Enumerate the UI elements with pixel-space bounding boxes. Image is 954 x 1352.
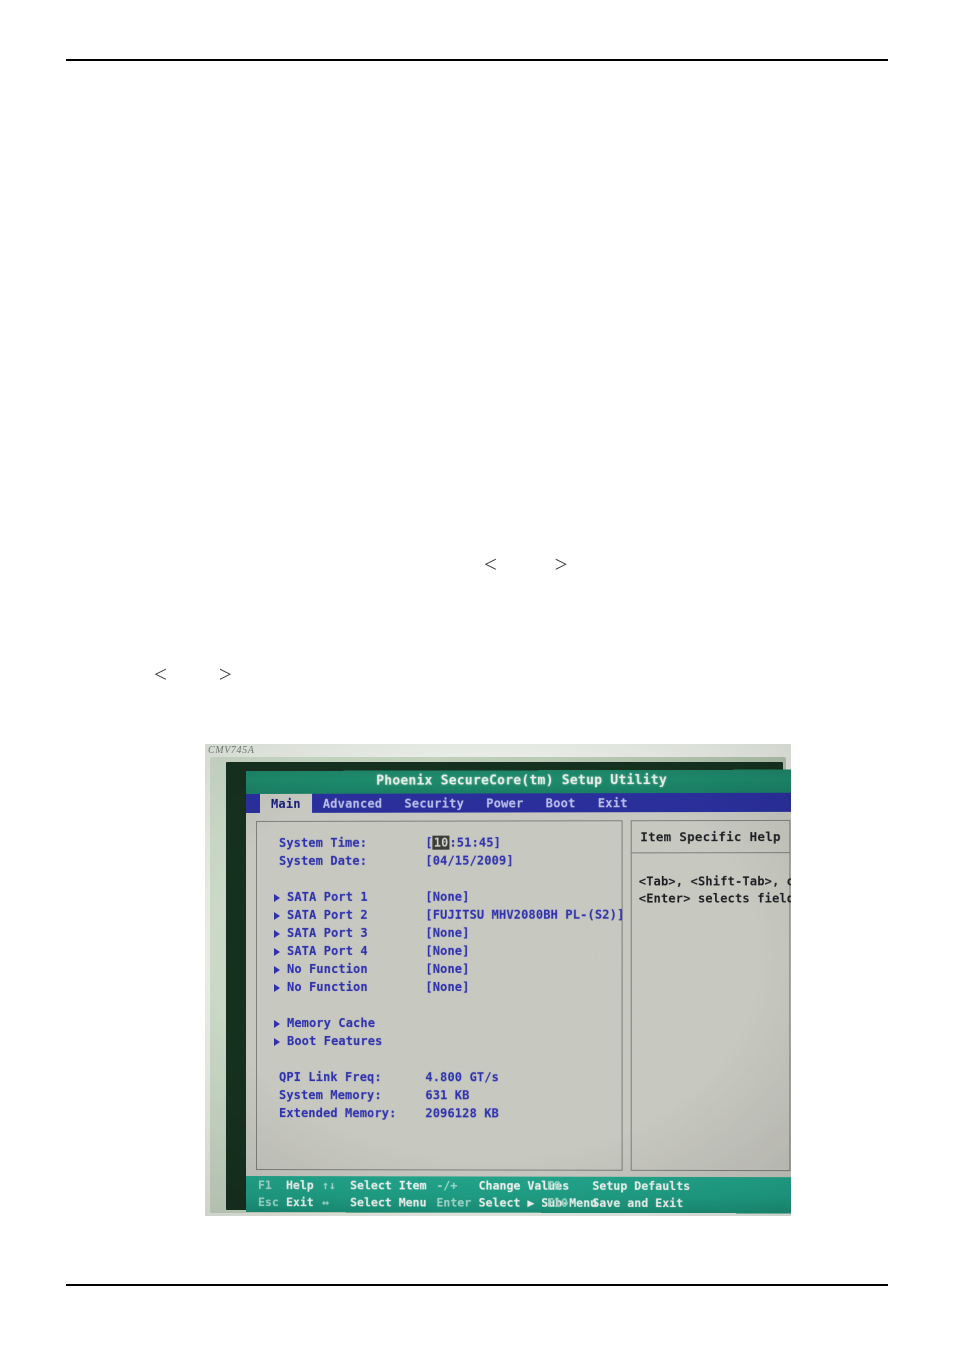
tab-boot[interactable]: Boot	[535, 793, 587, 812]
field-cursor-highlight[interactable]: 10	[432, 835, 450, 850]
setting-row[interactable]: Extended Memory: 2096128 KB	[257, 1106, 622, 1125]
submenu-arrow-icon	[274, 893, 281, 902]
submenu-arrow-icon	[274, 983, 281, 993]
function-key-description: Save and Exit	[592, 1195, 684, 1211]
function-key-name[interactable]: F1	[258, 1178, 272, 1192]
function-key-name[interactable]: Enter	[436, 1195, 471, 1209]
value-suffix: :51:45]	[449, 835, 502, 850]
function-key-description: Select ▶ Sub-Menu	[478, 1195, 598, 1210]
tab-main-label: Main	[271, 796, 301, 811]
setting-row[interactable]: QPI Link Freq: 4.800 GT/s	[257, 1070, 622, 1088]
setting-value[interactable]: [FUJITSU MHV2080BH PL-(S2)]	[425, 908, 624, 922]
setting-value[interactable]: [04/15/2009]	[425, 854, 513, 868]
setting-label: No Function	[287, 961, 368, 976]
function-key-name[interactable]: ↑↓	[322, 1178, 336, 1192]
setting-row[interactable]: Boot Features	[257, 1034, 622, 1052]
bios-menu-bar: Main Advanced Security Power Boot Exit	[246, 792, 791, 813]
settings-pane: System Time: [10:51:45] System Date: [04/15…	[256, 820, 624, 1171]
setting-value[interactable]: 631 KB	[425, 1088, 469, 1102]
setting-label: QPI Link Freq:	[279, 1070, 382, 1085]
function-key-description: Select Item	[350, 1178, 427, 1193]
submenu-arrow-icon	[274, 929, 281, 938]
tab-exit[interactable]: Exit	[587, 793, 639, 812]
setting-label: SATA Port 2	[287, 907, 368, 922]
function-key-name[interactable]: ↔	[322, 1195, 329, 1209]
setting-value[interactable]: [None]	[425, 944, 469, 958]
setting-row[interactable]: System Memory: 631 KB	[257, 1088, 622, 1106]
help-pane-title: Item Specific Help	[640, 828, 781, 845]
setting-value[interactable]: [None]	[425, 980, 469, 994]
submenu-arrow-icon	[274, 1038, 281, 1047]
tab-security-label: Security	[404, 796, 465, 811]
bios-function-key-bar: F1 Help ↑↓ Select Item -/+ Change Values F9 Set…	[246, 1176, 791, 1214]
bios-setup-screen: Phoenix SecureCore(tm) Setup Utility Mai…	[246, 769, 791, 1214]
item-specific-help-pane: Item Specific Help <Tab>, <Shift-Tab>, o…	[630, 819, 791, 1172]
photo-caption: CMV745A	[208, 745, 255, 756]
function-key-description: Select Menu	[350, 1195, 427, 1210]
function-key-description: Help	[286, 1178, 314, 1193]
tab-boot-label: Boot	[545, 795, 576, 810]
setting-label: System Time:	[279, 835, 368, 850]
bios-title-text: Phoenix SecureCore(tm) Setup Utility	[376, 772, 668, 789]
function-key-description: Setup Defaults	[592, 1178, 691, 1194]
setting-value[interactable]: 4.800 GT/s	[425, 1070, 499, 1084]
setting-row[interactable]: SATA Port 3 [None]	[257, 926, 622, 944]
function-key-name[interactable]: F10	[547, 1196, 568, 1210]
tab-advanced-label: Advanced	[322, 796, 383, 811]
setting-row[interactable]: SATA Port 2 [FUJITSU MHV2080BH PL-(S2)]	[257, 907, 624, 926]
function-key-name[interactable]: -/+	[436, 1178, 457, 1192]
help-pane-body: <Tab>, <Shift-Tab>, or <Enter> selects f…	[638, 873, 791, 907]
submenu-arrow-icon	[274, 965, 281, 974]
setting-row[interactable]: SATA Port 4 [None]	[257, 944, 622, 962]
bios-body: System Time: [10:51:45] System Date: [04/15…	[246, 811, 791, 1178]
setting-label: Memory Cache	[287, 1016, 376, 1031]
setting-value[interactable]: 2096128 KB	[425, 1106, 499, 1120]
setting-value[interactable]: [None]	[425, 890, 469, 904]
help-pane-header: Item Specific Help	[631, 820, 790, 854]
function-key-description: Exit	[286, 1195, 314, 1210]
submenu-arrow-icon	[274, 1020, 281, 1029]
submenu-arrow-icon	[274, 947, 281, 956]
keybar-row-1: F1 Help ↑↓ Select Item -/+ Change Values F9 Set…	[246, 1178, 791, 1196]
setting-label: System Memory:	[279, 1088, 382, 1103]
setting-row[interactable]: Memory Cache	[257, 1016, 622, 1034]
angle-bracket-glyph-pair-2: < >	[154, 662, 232, 687]
setting-row[interactable]: System Date: [04/15/2009]	[257, 853, 622, 872]
page-top-rule	[66, 59, 888, 61]
monitor-bezel: Phoenix SecureCore(tm) Setup Utility Mai…	[210, 757, 791, 1214]
tab-main[interactable]: Main	[260, 793, 312, 813]
tab-security[interactable]: Security	[393, 793, 475, 812]
setting-row[interactable]: No Function [None]	[257, 962, 622, 980]
tab-power[interactable]: Power	[475, 793, 534, 812]
keybar-row-2: Esc Exit ↔ Select Menu Enter Select ▶ Sub-Men…	[246, 1195, 791, 1213]
function-key-name[interactable]: F9	[547, 1179, 561, 1193]
function-key-name[interactable]: Esc	[258, 1195, 279, 1209]
tab-power-label: Power	[486, 795, 524, 810]
setting-value[interactable]: [10:51:45]	[425, 836, 501, 850]
tab-advanced[interactable]: Advanced	[312, 794, 394, 813]
setting-label: SATA Port 1	[287, 889, 368, 904]
bios-title-bar: Phoenix SecureCore(tm) Setup Utility	[246, 769, 791, 794]
setting-row[interactable]: No Function [None]	[257, 980, 622, 998]
setting-label: Extended Memory:	[279, 1106, 397, 1121]
setting-label: No Function	[287, 979, 368, 995]
setting-row[interactable]: System Time: [10:51:45]	[257, 835, 622, 854]
setting-label: SATA Port 3	[287, 925, 368, 940]
setting-label: SATA Port 4	[287, 943, 368, 958]
help-text-line-1: <Tab>, <Shift-Tab>, or	[638, 874, 791, 889]
menu-bar-left-spacer	[246, 793, 261, 813]
setting-row[interactable]: SATA Port 1 [None]	[257, 890, 622, 908]
setting-value[interactable]: [None]	[425, 962, 469, 976]
help-text-line-2: <Enter> selects field.	[638, 891, 791, 906]
setting-label: System Date:	[279, 853, 368, 868]
setting-label: Boot Features	[287, 1034, 383, 1049]
angle-bracket-glyph-pair-1: < >	[484, 552, 568, 577]
setting-value[interactable]: [None]	[425, 926, 469, 940]
bios-screen-photograph: CMV745A Phoenix SecureCore(tm) Setup Uti…	[205, 744, 791, 1216]
submenu-arrow-icon	[274, 911, 281, 920]
tab-exit-label: Exit	[597, 795, 628, 810]
page-bottom-rule	[66, 1284, 888, 1286]
screen-frame: Phoenix SecureCore(tm) Setup Utility Mai…	[226, 762, 791, 1214]
